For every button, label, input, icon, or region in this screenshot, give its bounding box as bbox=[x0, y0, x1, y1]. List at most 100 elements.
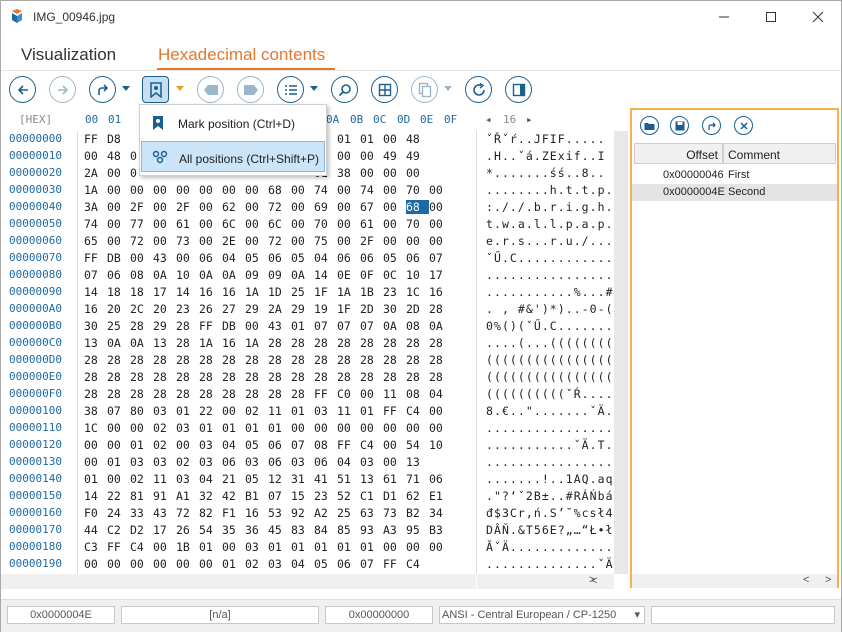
hex-byte[interactable]: 51 bbox=[337, 472, 360, 486]
hex-byte[interactable]: 00 bbox=[383, 183, 406, 197]
page-prev-arrow[interactable]: ◂ bbox=[485, 113, 492, 126]
hex-byte[interactable]: 06 bbox=[222, 455, 245, 469]
hex-byte[interactable]: 00 bbox=[130, 421, 153, 435]
hex-byte[interactable]: 71 bbox=[406, 472, 429, 486]
hex-byte[interactable]: 28 bbox=[176, 319, 199, 333]
hex-byte[interactable]: 00 bbox=[222, 540, 245, 554]
hex-byte[interactable]: 28 bbox=[176, 336, 199, 350]
hex-byte[interactable]: 00 bbox=[406, 234, 429, 248]
row-ascii[interactable]: ................ bbox=[486, 421, 614, 435]
hex-byte[interactable]: A1 bbox=[176, 489, 199, 503]
hex-row[interactable]: 00000160 F0 24 33 43 72 82 F1 16 53 92 A2 25 63 73 B2 34… bbox=[1, 505, 629, 522]
hex-byte[interactable]: 04 bbox=[222, 438, 245, 452]
hex-byte[interactable]: 30 bbox=[383, 302, 406, 316]
hex-byte[interactable]: 00 bbox=[383, 455, 406, 469]
hex-byte[interactable]: 0A bbox=[383, 319, 406, 333]
hex-byte[interactable]: 02 bbox=[245, 404, 268, 418]
row-bytes[interactable]: 28 28 28 28 28 28 28 28 28 28 28 28 28 28 28 28 bbox=[84, 370, 452, 384]
goto-dropdown-arrow[interactable] bbox=[122, 86, 130, 91]
hex-byte[interactable]: 28 bbox=[153, 387, 176, 401]
hex-byte[interactable]: 07 bbox=[314, 319, 337, 333]
hex-byte[interactable]: 00 bbox=[383, 132, 406, 146]
hex-byte[interactable]: C1 bbox=[360, 489, 383, 503]
hex-byte[interactable]: 00 bbox=[176, 251, 199, 265]
hex-byte[interactable]: 03 bbox=[245, 540, 268, 554]
hex-byte[interactable]: 49 bbox=[383, 149, 406, 163]
row-bytes[interactable]: 74 00 77 00 61 00 6C 00 6C 00 70 00 61 00 70 00 bbox=[84, 217, 452, 231]
hex-byte[interactable]: 77 bbox=[130, 217, 153, 231]
hex-byte[interactable]: 11 bbox=[268, 404, 291, 418]
hex-byte[interactable]: 0E bbox=[337, 268, 360, 282]
hex-byte[interactable]: 28 bbox=[360, 353, 383, 367]
hex-byte[interactable]: D1 bbox=[383, 489, 406, 503]
hex-byte[interactable]: 2E bbox=[222, 234, 245, 248]
hex-byte[interactable]: 00 bbox=[222, 183, 245, 197]
hex-byte[interactable]: 00 bbox=[383, 200, 406, 214]
hex-byte[interactable]: 72 bbox=[176, 506, 199, 520]
goto-button[interactable] bbox=[89, 76, 116, 103]
hex-byte[interactable]: D8 bbox=[107, 132, 130, 146]
row-bytes[interactable]: 00 01 03 03 02 03 06 03 06 03 06 04 03 00 13 bbox=[84, 455, 452, 469]
hex-byte[interactable]: 28 bbox=[360, 336, 383, 350]
hex-byte[interactable]: 68 bbox=[268, 183, 291, 197]
hex-byte[interactable]: 23 bbox=[383, 285, 406, 299]
hex-byte[interactable]: 06 bbox=[268, 438, 291, 452]
hex-byte[interactable]: 35 bbox=[222, 523, 245, 537]
search-button[interactable] bbox=[331, 76, 358, 103]
hex-byte[interactable]: 06 bbox=[268, 455, 291, 469]
hex-byte[interactable]: 28 bbox=[337, 353, 360, 367]
hex-byte[interactable]: 13 bbox=[84, 336, 107, 350]
scroll-left-arrow[interactable]: < bbox=[803, 574, 809, 586]
hex-byte[interactable]: 08 bbox=[406, 319, 429, 333]
hex-byte[interactable]: 16 bbox=[222, 336, 245, 350]
hex-byte[interactable]: 07 bbox=[268, 489, 291, 503]
row-ascii[interactable]: ................ bbox=[486, 268, 614, 282]
hex-view[interactable]: 00000000FFD80101010048ˇŘˇŕ..JFIF.....000… bbox=[1, 131, 629, 574]
hex-byte[interactable]: 74 bbox=[360, 183, 383, 197]
hex-byte[interactable]: 0A bbox=[291, 268, 314, 282]
row-ascii[interactable]: .H..ˇá.ZExif..I bbox=[486, 149, 606, 163]
hex-byte[interactable]: 00 bbox=[337, 200, 360, 214]
hex-byte[interactable]: 1A bbox=[84, 183, 107, 197]
hex-byte[interactable]: 07 bbox=[107, 404, 130, 418]
hex-byte[interactable]: 06 bbox=[406, 251, 429, 265]
hex-byte[interactable]: 02 bbox=[176, 455, 199, 469]
hex-byte[interactable]: 28 bbox=[337, 336, 360, 350]
hex-row[interactable]: 00000150 14 22 81 91 A1 32 42 B1 07 15 23 52 C1 D1 62 E1… bbox=[1, 488, 629, 505]
hex-byte[interactable]: 1F bbox=[314, 285, 337, 299]
row-bytes[interactable]: 14 18 18 17 14 16 16 1A 1D 25 1F 1A 1B 23 1C 16 bbox=[84, 285, 452, 299]
hex-byte[interactable]: 03 bbox=[130, 455, 153, 469]
hex-byte[interactable]: 06 bbox=[199, 251, 222, 265]
open-marks-button[interactable] bbox=[640, 116, 659, 135]
hex-byte[interactable]: 00 bbox=[383, 421, 406, 435]
hex-byte[interactable]: 00 bbox=[199, 183, 222, 197]
hex-byte[interactable]: 00 bbox=[245, 234, 268, 248]
hex-byte[interactable]: 14 bbox=[176, 285, 199, 299]
hex-byte[interactable]: 00 bbox=[176, 183, 199, 197]
hex-byte[interactable]: FF bbox=[337, 438, 360, 452]
row-bytes[interactable]: C3 FF C4 00 1B 01 00 03 01 01 01 01 01 00 00 00 bbox=[84, 540, 452, 554]
hex-byte[interactable]: C4 bbox=[406, 557, 429, 571]
hex-byte[interactable]: 05 bbox=[383, 251, 406, 265]
hex-row[interactable]: 00000060 65 00 72 00 73 00 2E 00 72 00 75 00 2F 00 00 00… bbox=[1, 233, 629, 250]
hex-row[interactable]: 00000130 00 01 03 03 02 03 06 03 06 03 06 04 03 00 13..… bbox=[1, 454, 629, 471]
hex-byte[interactable]: 28 bbox=[222, 387, 245, 401]
hex-byte[interactable]: 00 bbox=[383, 217, 406, 231]
hex-byte[interactable]: 28 bbox=[107, 370, 130, 384]
hex-row[interactable]: 000000A0 16 20 2C 20 23 26 27 29 2A 29 19 1F 2D 30 2D 28… bbox=[1, 301, 629, 318]
hex-byte[interactable]: 00 bbox=[429, 421, 452, 435]
hex-byte[interactable]: 06 bbox=[337, 557, 360, 571]
hex-byte[interactable]: 28 bbox=[245, 387, 268, 401]
hex-byte[interactable]: 01 bbox=[360, 404, 383, 418]
hex-byte[interactable]: 01 bbox=[245, 421, 268, 435]
hex-byte[interactable]: 29 bbox=[245, 302, 268, 316]
hex-byte[interactable]: 1C bbox=[406, 285, 429, 299]
hex-byte[interactable]: 38 bbox=[337, 166, 360, 180]
hex-byte[interactable]: 00 bbox=[199, 557, 222, 571]
hex-byte[interactable]: 10 bbox=[176, 268, 199, 282]
hex-byte[interactable]: 00 bbox=[337, 421, 360, 435]
hex-byte[interactable]: C3 bbox=[84, 540, 107, 554]
hex-byte[interactable]: 00 bbox=[107, 234, 130, 248]
hex-byte[interactable]: 61 bbox=[176, 217, 199, 231]
hex-byte[interactable]: 08 bbox=[130, 268, 153, 282]
